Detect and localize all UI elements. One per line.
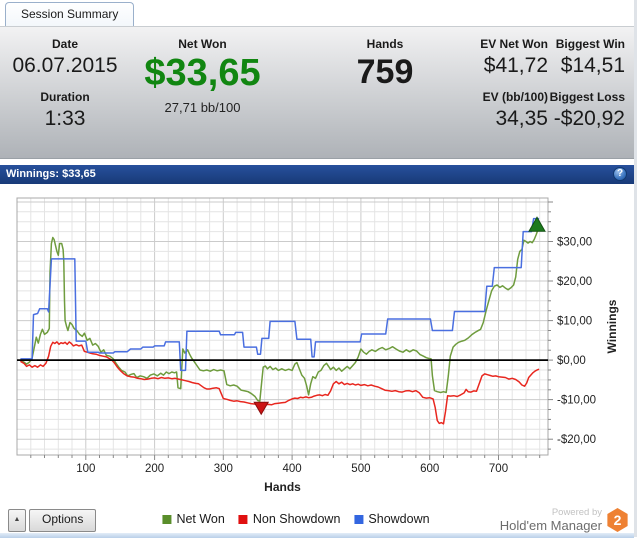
- window-bottom-edge: [0, 533, 634, 538]
- duration-label: Duration: [40, 90, 90, 104]
- legend-label: Net Won: [176, 512, 225, 526]
- holdem-manager-2-logo-icon: 2: [607, 508, 628, 532]
- svg-text:100: 100: [76, 463, 95, 475]
- net-won-label: Net Won: [178, 37, 227, 51]
- stat-date-duration: Date 06.07.2015 Duration 1:33: [0, 27, 130, 131]
- svg-text:$10,00: $10,00: [557, 316, 592, 328]
- biggest-win-value: $14,51: [560, 54, 625, 77]
- winnings-chart: 100 200 300 400 500 600 700 -$20,00 -$10,00 $0,00…: [16, 197, 619, 494]
- svg-text:400: 400: [283, 463, 302, 475]
- legend-item-showdown: Showdown: [354, 512, 430, 526]
- help-icon[interactable]: ?: [613, 167, 627, 181]
- non-showdown-swatch-icon: [238, 514, 248, 524]
- showdown-swatch-icon: [354, 514, 364, 524]
- winnings-title: Winnings: $33,65: [6, 168, 96, 180]
- biggest-loss-value: -$20,92: [553, 107, 625, 130]
- x-axis-title: Hands: [264, 480, 301, 494]
- tab-strip: Session Summary: [0, 0, 634, 26]
- legend-item-net-won: Net Won: [162, 512, 225, 526]
- svg-text:500: 500: [351, 463, 370, 475]
- svg-text:$30,00: $30,00: [557, 237, 592, 249]
- footer-bar: ▲ Options Net Won Non Showdown Showdown …: [0, 506, 634, 533]
- legend-item-non-showdown: Non Showdown: [238, 512, 341, 526]
- collapse-options-button[interactable]: ▲: [8, 509, 26, 532]
- y-axis-labels: -$20,00 -$10,00 $0,00 $10,00 $20,00 $30,00: [557, 237, 596, 447]
- svg-text:-$20,00: -$20,00: [557, 434, 596, 446]
- tab-label: Session Summary: [21, 7, 119, 21]
- net-won-swatch-icon: [162, 514, 172, 524]
- brand-name: Hold'em Manager: [499, 518, 602, 533]
- options-button[interactable]: Options: [29, 509, 97, 532]
- net-won-value: $33,65: [144, 52, 261, 94]
- svg-text:$20,00: $20,00: [557, 276, 592, 288]
- stat-biggest: Biggest Win $14,51 Biggest Loss -$20,92: [530, 27, 625, 131]
- svg-text:-$10,00: -$10,00: [557, 395, 596, 407]
- stat-net-won: Net Won $33,65 27,71 bb/100: [130, 27, 275, 115]
- chart-area: 100 200 300 400 500 600 700 -$20,00 -$10,00 $0,00…: [0, 184, 634, 506]
- biggest-win-label: Biggest Win: [555, 37, 625, 51]
- powered-by-block: Powered by Hold'em Manager 2: [500, 507, 629, 533]
- svg-text:200: 200: [145, 463, 164, 475]
- winnings-header-bar: Winnings: $33,65 ?: [0, 165, 634, 184]
- x-axis-labels: 100 200 300 400 500 600 700: [76, 463, 508, 475]
- legend-label: Non Showdown: [252, 512, 341, 526]
- powered-by-label: Powered by: [551, 507, 602, 518]
- tab-session-summary[interactable]: Session Summary: [5, 2, 135, 26]
- svg-text:300: 300: [214, 463, 233, 475]
- powered-by-text: Powered by Hold'em Manager: [500, 507, 602, 533]
- biggest-loss-label: Biggest Loss: [549, 90, 625, 104]
- svg-text:700: 700: [489, 463, 508, 475]
- session-summary-window: Session Summary Date 06.07.2015 Duration…: [0, 0, 637, 538]
- net-won-bb100: 27,71 bb/100: [164, 100, 241, 115]
- chart-legend: Net Won Non Showdown Showdown: [155, 512, 436, 526]
- date-value: 06.07.2015: [12, 54, 118, 77]
- date-label: Date: [51, 37, 78, 51]
- svg-text:600: 600: [420, 463, 439, 475]
- legend-label: Showdown: [368, 512, 430, 526]
- y-axis-title: Winnings: [605, 299, 619, 353]
- stats-panel: Date 06.07.2015 Duration 1:33 Net Won $3…: [0, 26, 634, 159]
- duration-value: 1:33: [44, 107, 86, 130]
- svg-text:$0,00: $0,00: [557, 355, 586, 367]
- options-group: ▲ Options: [8, 509, 97, 532]
